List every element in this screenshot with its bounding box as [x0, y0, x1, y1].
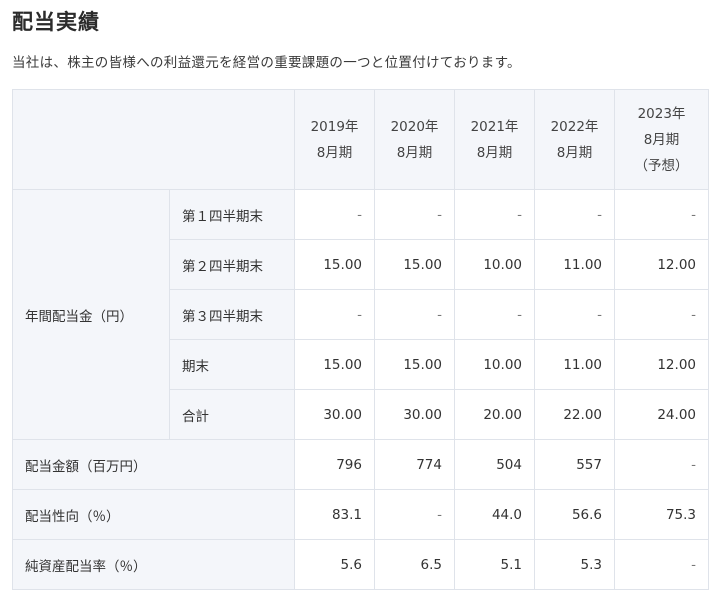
header-row: 2019年 8月期 2020年 8月期 2021年 8月期 2022年 8月期 …: [12, 89, 709, 190]
year-header-line1: 2021年: [470, 118, 519, 135]
year-header: 2019年 8月期: [294, 89, 375, 190]
table-cell: 30.00: [374, 389, 455, 440]
table-cell: 83.1: [294, 489, 375, 540]
table-cell: 30.00: [294, 389, 375, 440]
year-header-line2: 8月期: [556, 144, 593, 161]
year-header-line1: 2022年: [550, 118, 599, 135]
table-cell: 12.00: [614, 339, 709, 390]
year-header: 2023年 8月期 （予想）: [614, 89, 709, 190]
annual-dividend-label: 年間配当金（円）: [12, 189, 170, 440]
table-cell: -: [374, 289, 455, 340]
row-label: 第２四半期末: [169, 239, 295, 290]
table-cell: -: [294, 189, 375, 240]
year-header-line2: 8月期: [396, 144, 433, 161]
table-cell: 504: [454, 439, 535, 490]
row-label: 期末: [169, 339, 295, 390]
table-cell: 15.00: [374, 339, 455, 390]
table-cell: 44.0: [454, 489, 535, 540]
table-cell: 75.3: [614, 489, 709, 540]
year-header-line3: （予想）: [634, 157, 689, 174]
table-cell: 557: [534, 439, 615, 490]
year-header-line2: 8月期: [643, 131, 680, 148]
dividend-table: 2019年 8月期 2020年 8月期 2021年 8月期 2022年 8月期 …: [12, 89, 709, 590]
page-title: 配当実績: [12, 10, 100, 34]
table-cell: -: [614, 189, 709, 240]
table-cell: -: [454, 189, 535, 240]
table-cell: 796: [294, 439, 375, 490]
table-row: 配当金額（百万円） 796 774 504 557 -: [12, 439, 709, 490]
table-cell: 24.00: [614, 389, 709, 440]
table-cell: -: [534, 189, 615, 240]
table-cell: 20.00: [454, 389, 535, 440]
year-header-line2: 8月期: [476, 144, 513, 161]
table-cell: -: [454, 289, 535, 340]
table-cell: 5.3: [534, 539, 615, 590]
table-cell: -: [294, 289, 375, 340]
table-row: 配当性向（％） 83.1 - 44.0 56.6 75.3: [12, 489, 709, 540]
table-row: 純資産配当率（％） 5.6 6.5 5.1 5.3 -: [12, 539, 709, 590]
table-cell: -: [534, 289, 615, 340]
table-cell: 5.6: [294, 539, 375, 590]
header-corner-cell: [12, 89, 295, 190]
year-header: 2022年 8月期: [534, 89, 615, 190]
lead-text: 当社は、株主の皆様への利益還元を経営の重要課題の一つと位置付けております。: [12, 55, 521, 71]
year-header-line1: 2023年: [637, 105, 686, 122]
year-header-line1: 2019年: [310, 118, 359, 135]
table-cell: 12.00: [614, 239, 709, 290]
table-cell: 11.00: [534, 239, 615, 290]
table-cell: 56.6: [534, 489, 615, 540]
row-label: 配当金額（百万円）: [12, 439, 295, 490]
table-cell: 15.00: [294, 239, 375, 290]
row-label: 第３四半期末: [169, 289, 295, 340]
table-cell: -: [614, 439, 709, 490]
table-cell: 15.00: [374, 239, 455, 290]
row-label: 第１四半期末: [169, 189, 295, 240]
row-label: 配当性向（％）: [12, 489, 295, 540]
year-header-line1: 2020年: [390, 118, 439, 135]
table-cell: 10.00: [454, 339, 535, 390]
year-header: 2020年 8月期: [374, 89, 455, 190]
table-cell: 15.00: [294, 339, 375, 390]
table-cell: -: [374, 489, 455, 540]
table-cell: 10.00: [454, 239, 535, 290]
table-cell: 774: [374, 439, 455, 490]
year-header: 2021年 8月期: [454, 89, 535, 190]
row-label: 純資産配当率（％）: [12, 539, 295, 590]
row-label: 合計: [169, 389, 295, 440]
table-cell: 6.5: [374, 539, 455, 590]
table-cell: -: [614, 289, 709, 340]
year-header-line2: 8月期: [316, 144, 353, 161]
table-cell: 22.00: [534, 389, 615, 440]
table-cell: 5.1: [454, 539, 535, 590]
table-row: 年間配当金（円） 第１四半期末 - - - - -: [12, 189, 709, 440]
table-cell: -: [374, 189, 455, 240]
table-cell: 11.00: [534, 339, 615, 390]
table-cell: -: [614, 539, 709, 590]
